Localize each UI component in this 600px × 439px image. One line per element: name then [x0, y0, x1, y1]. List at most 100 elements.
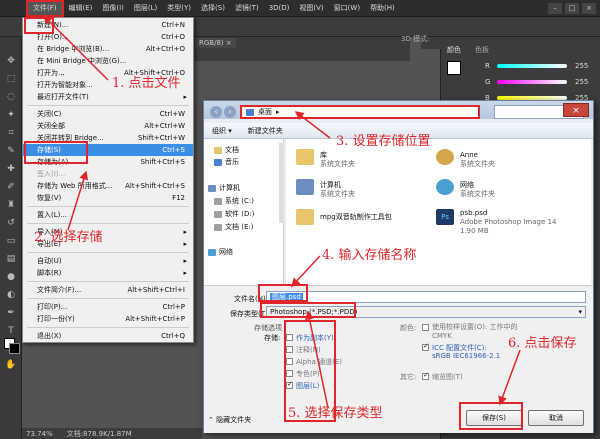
menu-help[interactable]: 帮助(H): [365, 0, 400, 17]
channel-g-value[interactable]: 255: [575, 78, 588, 86]
file-menu: 新建(N)... Ctrl+N 打开(O)... Ctrl+O 在 Bridge 中…: [22, 17, 194, 343]
brush-tool-icon[interactable]: ✐: [4, 181, 18, 193]
checkbox-proof[interactable]: [422, 324, 429, 331]
nav-network[interactable]: 网络: [208, 247, 233, 257]
stamp-tool-icon[interactable]: ♜: [4, 199, 18, 211]
menu-item-automate[interactable]: 自动(U) ▸: [23, 255, 193, 267]
address-arrow-icon[interactable]: ▸: [276, 107, 280, 117]
type-tool-icon[interactable]: T: [4, 325, 18, 337]
tab-swatches[interactable]: 色板: [475, 45, 489, 55]
menu-view[interactable]: 视图(V): [294, 0, 328, 17]
channel-g-slider[interactable]: [497, 80, 567, 84]
history-brush-icon[interactable]: ↺: [4, 217, 18, 229]
magic-wand-icon[interactable]: ✦: [4, 109, 18, 121]
crop-tool-icon[interactable]: ⌗: [4, 127, 18, 139]
channel-r-value[interactable]: 255: [575, 62, 588, 70]
menu-item-print-one[interactable]: 打印一份(Y) Alt+Shift+Ctrl+P: [23, 313, 193, 325]
maximize-icon[interactable]: □: [565, 3, 579, 14]
user-icon: [436, 149, 454, 165]
file-item-psb[interactable]: psb.psd Adobe Photoshop Image 14 1.90 MB: [460, 209, 556, 236]
minimize-icon[interactable]: –: [548, 3, 562, 14]
forward-icon[interactable]: ›: [224, 106, 236, 118]
nav-drive-d[interactable]: 软件 (D:): [214, 209, 254, 219]
hand-tool-icon[interactable]: ✋: [4, 359, 18, 371]
menu-item-check-in[interactable]: 签入(I)...: [23, 168, 193, 180]
healing-brush-icon[interactable]: ✚: [4, 163, 18, 175]
dialog-close-icon[interactable]: ×: [563, 103, 589, 117]
menu-item-scripts[interactable]: 脚本(R) ▸: [23, 267, 193, 279]
file-item-mpg-folder[interactable]: mpg双音轨制作工具包: [320, 213, 392, 222]
nav-scrollbar[interactable]: [279, 143, 284, 223]
blur-tool-icon[interactable]: ●: [4, 271, 18, 283]
menu-item-print[interactable]: 打印(P)... Ctrl+P: [23, 301, 193, 313]
zoom-level[interactable]: 73.74%: [26, 430, 53, 438]
color-preview[interactable]: [447, 61, 461, 75]
back-icon[interactable]: ‹: [210, 106, 222, 118]
lasso-tool-icon[interactable]: ◌: [4, 91, 18, 103]
eraser-tool-icon[interactable]: ▭: [4, 235, 18, 247]
organize-button[interactable]: 组织 ▾: [204, 126, 240, 136]
menu-item-new[interactable]: 新建(N)... Ctrl+N: [23, 19, 193, 31]
gradient-tool-icon[interactable]: ▤: [4, 253, 18, 265]
checkbox-layers[interactable]: [286, 380, 293, 389]
menu-item-browse-mini-bridge[interactable]: 在 Mini Bridge 中浏览(G)...: [23, 55, 193, 67]
annotation-5: 5. 选择保存类型: [288, 406, 383, 421]
marquee-tool-icon[interactable]: ⬚: [4, 73, 18, 85]
menu-item-save-as[interactable]: 存储为(A)... Shift+Ctrl+S: [23, 156, 193, 168]
menu-3d[interactable]: 3D(D): [264, 0, 295, 17]
tab-color[interactable]: 颜色: [447, 45, 461, 55]
checkbox-icc[interactable]: [422, 342, 429, 351]
dodge-tool-icon[interactable]: ◐: [4, 289, 18, 301]
menu-filter[interactable]: 滤镜(T): [230, 0, 264, 17]
file-item-network[interactable]: 网络 系统文件夹: [460, 181, 495, 199]
move-tool-icon[interactable]: ✥: [4, 55, 18, 67]
nav-computer[interactable]: 计算机: [208, 183, 240, 193]
checkbox-as-copy[interactable]: [286, 334, 293, 341]
eyedropper-icon[interactable]: ✎: [4, 145, 18, 157]
menu-item-open[interactable]: 打开(O)... Ctrl+O: [23, 31, 193, 43]
menu-item-close-bridge[interactable]: 关闭并转到 Bridge... Shift+Ctrl+W: [23, 132, 193, 144]
menu-item-revert[interactable]: 恢复(V) F12: [23, 192, 193, 204]
new-folder-button[interactable]: 新建文件夹: [240, 126, 291, 136]
nav-drive-e[interactable]: 文档 (E:): [214, 222, 253, 232]
file-item-anne[interactable]: Anne 系统文件夹: [460, 151, 495, 169]
hide-folders-toggle[interactable]: ⌃ 隐藏文件夹: [208, 415, 251, 425]
nav-drive-c[interactable]: 系统 (C:): [214, 196, 254, 206]
address-bar[interactable]: 桌面 ▸: [240, 105, 480, 119]
checkbox-notes[interactable]: [286, 346, 293, 353]
save-button[interactable]: 保存(S): [466, 410, 522, 426]
filetype-select[interactable]: Photoshop (*.PSD;*.PDD) ▾: [266, 306, 586, 318]
menu-window[interactable]: 窗口(W): [329, 0, 365, 17]
pen-tool-icon[interactable]: ✒: [4, 307, 18, 319]
nav-documents[interactable]: 文档: [214, 145, 239, 155]
checkbox-spot[interactable]: [286, 370, 293, 377]
checkbox-alpha[interactable]: [286, 358, 293, 365]
menu-item-place[interactable]: 置入(L)...: [23, 209, 193, 221]
menu-select[interactable]: 选择(S): [196, 0, 230, 17]
file-item-library[interactable]: 库系统文件夹: [320, 151, 355, 169]
menu-item-file-info[interactable]: 文件简介(F)... Alt+Shift+Ctrl+I: [23, 284, 193, 296]
menu-edit[interactable]: 编辑(E): [64, 0, 98, 17]
menu-item-save[interactable]: 存储(S) Ctrl+S: [23, 144, 193, 156]
checkbox-thumbnail[interactable]: [422, 371, 429, 380]
file-item-computer[interactable]: 计算机 系统文件夹: [320, 181, 355, 199]
channel-r-slider[interactable]: [497, 64, 567, 68]
background-color-swatch[interactable]: [9, 343, 20, 354]
menu-image[interactable]: 图像(I): [97, 0, 129, 17]
nav-music[interactable]: 音乐: [214, 157, 239, 167]
menu-item-close-all[interactable]: 关闭全部 Alt+Ctrl+W: [23, 120, 193, 132]
menu-item-close[interactable]: 关闭(C) Ctrl+W: [23, 108, 193, 120]
library-icon: [296, 149, 314, 165]
menu-item-recent[interactable]: 最近打开文件(T) ▸: [23, 91, 193, 103]
document-tab[interactable]: RGB/8) ×: [195, 38, 236, 48]
cancel-button[interactable]: 取消: [528, 410, 584, 426]
menu-item-exit[interactable]: 退出(X) Ctrl+Q: [23, 330, 193, 342]
menu-file[interactable]: 文件(F): [26, 0, 64, 17]
close-icon[interactable]: ×: [582, 3, 596, 14]
address-desktop[interactable]: 桌面: [258, 107, 272, 117]
filename-input[interactable]: 图层.psd: [266, 291, 586, 303]
menu-type[interactable]: 类型(Y): [162, 0, 196, 17]
menu-item-save-for-web[interactable]: 存储为 Web 所用格式... Alt+Shift+Ctrl+S: [23, 180, 193, 192]
menu-layer[interactable]: 图层(L): [129, 0, 162, 17]
menu-item-browse-bridge[interactable]: 在 Bridge 中浏览(B)... Alt+Ctrl+O: [23, 43, 193, 55]
